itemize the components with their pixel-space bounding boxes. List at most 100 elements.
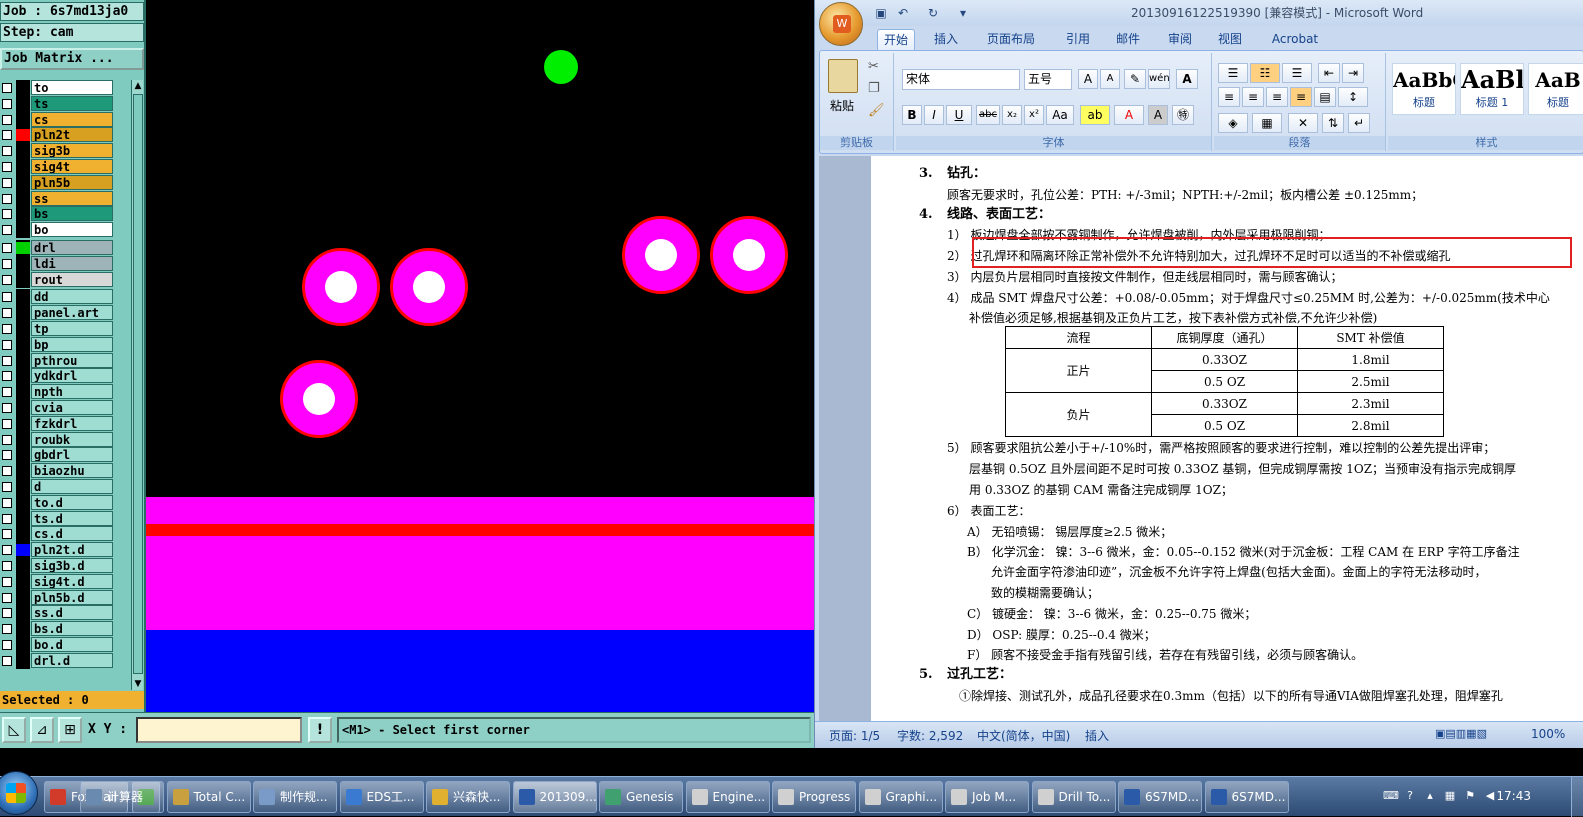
job-matrix-button[interactable]: Job Matrix ... — [0, 48, 144, 70]
document-page[interactable]: 3. 钻孔： 顾客无要求时，孔位公差：PTH: +/-3mil；NPTH:+/-… — [871, 156, 1583, 721]
layer-name[interactable]: pthrou — [31, 352, 113, 368]
align-right-icon[interactable]: ≡ — [1266, 87, 1288, 107]
layer-row[interactable]: bo — [0, 222, 128, 239]
tab-2[interactable]: 页面布局 — [977, 29, 1045, 50]
borders-icon[interactable]: ▦ — [1252, 113, 1282, 133]
copy-icon[interactable]: ❐ — [868, 81, 880, 96]
cut-icon[interactable]: ✂ — [868, 59, 879, 74]
layer-name[interactable]: sig3b.d — [31, 558, 113, 573]
shrink-font-icon[interactable]: A — [1100, 69, 1120, 89]
layer-checkbox[interactable] — [2, 193, 12, 204]
layer-color-swatch[interactable] — [16, 80, 30, 96]
scroll-up-icon[interactable]: ▲ — [132, 80, 144, 92]
layer-checkbox[interactable] — [2, 403, 12, 413]
layer-name[interactable]: ts.d — [31, 510, 113, 526]
layer-name[interactable]: sig3b — [31, 143, 113, 159]
layer-checkbox[interactable] — [2, 497, 12, 508]
layer-name[interactable]: bs — [31, 206, 113, 222]
layer-row[interactable]: ss.d — [0, 605, 128, 622]
keyboard-icon[interactable]: ⌨ — [1383, 789, 1399, 803]
start-button[interactable] — [0, 771, 38, 815]
layer-color-swatch[interactable] — [16, 415, 30, 432]
layer-checkbox[interactable] — [2, 274, 12, 285]
qat-menu-icon[interactable]: ▾ — [955, 5, 971, 21]
taskbar-item[interactable]: 兴森快... — [426, 781, 510, 813]
layer-color-swatch[interactable] — [16, 143, 30, 160]
layer-checkbox[interactable] — [2, 146, 12, 157]
layer-row[interactable]: drl.d — [0, 652, 128, 669]
layer-checkbox[interactable] — [2, 130, 12, 141]
zoom-area-icon[interactable]: ◺ — [2, 717, 26, 743]
word-count[interactable]: 字数: 2,592 — [897, 727, 963, 744]
justify-icon[interactable]: ≡ — [1290, 87, 1312, 107]
network-icon[interactable]: ▦ — [1443, 789, 1457, 803]
style-gallery-item[interactable]: AaBl 标题 1 — [1460, 63, 1524, 115]
layer-color-swatch[interactable] — [16, 605, 30, 622]
line-spacing-icon[interactable]: ↕ — [1338, 87, 1368, 107]
taskbar-item[interactable]: 6S7MD... — [1204, 781, 1289, 813]
xy-input[interactable] — [136, 717, 302, 743]
graphic-canvas[interactable] — [146, 0, 814, 712]
undo-icon[interactable]: ↶ — [895, 5, 911, 21]
layer-row[interactable]: cvia — [0, 400, 128, 416]
layer-name[interactable]: pln5b — [31, 174, 113, 190]
scroll-down-icon[interactable]: ▼ — [132, 678, 144, 690]
layer-checkbox[interactable] — [2, 576, 12, 587]
layer-checkbox[interactable] — [2, 608, 12, 619]
layer-row[interactable]: bo.d — [0, 637, 128, 653]
layer-row[interactable]: dd — [0, 289, 128, 306]
align-center-icon[interactable]: ≡ — [1242, 87, 1264, 107]
strikethrough-icon[interactable]: abc — [976, 105, 1000, 125]
layer-checkbox[interactable] — [2, 339, 12, 350]
layer-row[interactable]: pln2t — [0, 127, 128, 144]
change-case-icon[interactable]: Aa — [1046, 105, 1074, 125]
layer-name[interactable]: pln2t.d — [31, 542, 113, 558]
font-name-combo[interactable]: 宋体 — [902, 69, 1020, 90]
style-gallery-item[interactable]: AaBbC 标题 — [1392, 63, 1456, 115]
layer-checkbox[interactable] — [2, 324, 12, 334]
layer-checkbox[interactable] — [2, 98, 12, 109]
layer-name[interactable]: drl — [31, 240, 113, 255]
page-count[interactable]: 页面: 1/5 — [829, 727, 880, 744]
layer-row[interactable]: panel.art — [0, 305, 128, 322]
layer-color-swatch[interactable] — [16, 289, 30, 306]
tab-5[interactable]: 审阅 — [1161, 29, 1199, 50]
redo-icon[interactable]: ↻ — [925, 5, 941, 21]
layer-row[interactable]: ts.d — [0, 510, 128, 527]
layer-color-swatch[interactable] — [16, 240, 30, 256]
layer-checkbox[interactable] — [2, 292, 12, 303]
layer-name[interactable]: sig4t.d — [31, 573, 113, 589]
taskbar-item[interactable]: Graphi... — [858, 781, 943, 813]
layer-name[interactable]: ss — [31, 190, 113, 206]
layer-color-swatch[interactable] — [16, 127, 30, 144]
layer-row[interactable]: pln5b — [0, 174, 128, 191]
layer-color-swatch[interactable] — [16, 206, 30, 223]
layer-name[interactable]: cs.d — [31, 526, 113, 542]
layer-row[interactable]: fzkdrl — [0, 415, 128, 432]
subscript-icon[interactable]: x₂ — [1002, 105, 1022, 125]
grow-font-icon[interactable]: A — [1078, 69, 1098, 89]
enclose-char-icon[interactable]: ㊕ — [1172, 105, 1194, 125]
layer-color-swatch[interactable] — [16, 255, 30, 272]
layer-name[interactable]: cvia — [31, 400, 113, 415]
layer-name[interactable]: panel.art — [31, 305, 113, 321]
layer-checkbox[interactable] — [2, 561, 12, 571]
font-color-icon[interactable]: A — [1114, 105, 1144, 125]
layer-checkbox[interactable] — [2, 355, 12, 366]
tray-expand-icon[interactable]: ▴ — [1423, 789, 1437, 803]
layer-row[interactable]: to.d — [0, 494, 128, 511]
layer-color-swatch[interactable] — [16, 637, 30, 653]
align-left-icon[interactable]: ≡ — [1218, 87, 1240, 107]
layer-name[interactable]: biaozhu — [31, 463, 113, 479]
layer-color-swatch[interactable] — [16, 190, 30, 207]
layer-checkbox[interactable] — [2, 529, 12, 540]
taskbar-item[interactable]: 制作规... — [253, 781, 337, 813]
layer-row[interactable]: pln2t.d — [0, 542, 128, 559]
layer-checkbox[interactable] — [2, 655, 12, 666]
zoom-level[interactable]: 100% — [1531, 727, 1565, 741]
layer-row[interactable]: ydkdrl — [0, 368, 128, 385]
tab-0[interactable]: 开始 — [877, 29, 915, 50]
layer-row[interactable]: ldi — [0, 255, 128, 272]
layer-name[interactable]: d — [31, 479, 113, 494]
layer-name[interactable]: rout — [31, 271, 113, 287]
